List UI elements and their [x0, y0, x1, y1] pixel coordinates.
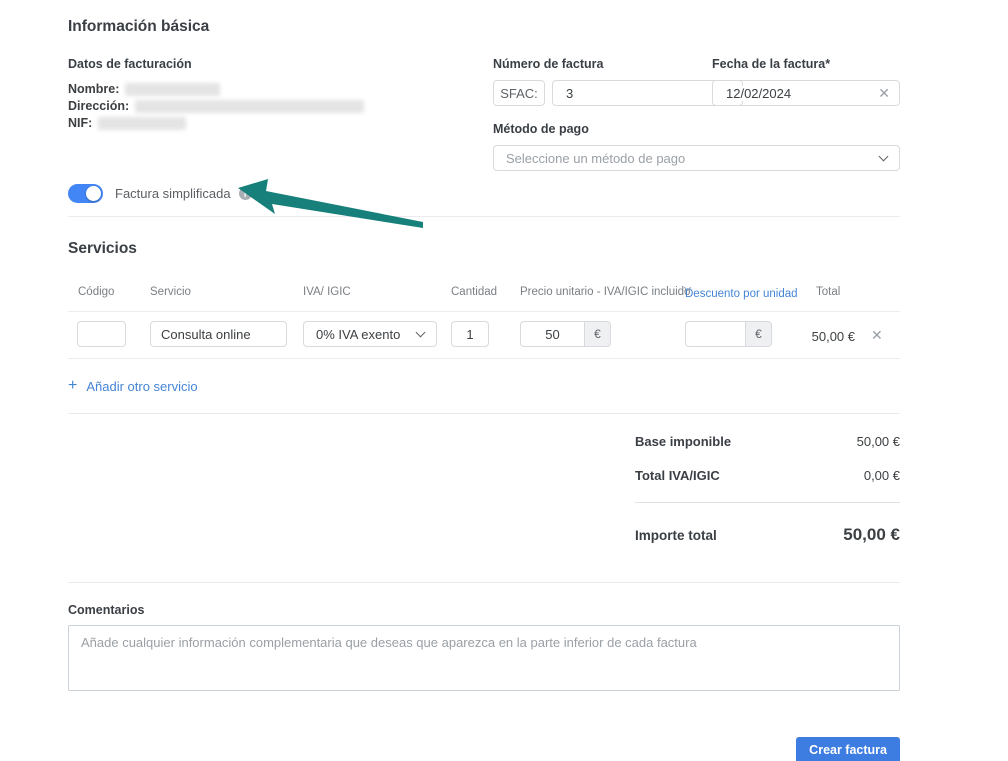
- divider: [68, 582, 900, 583]
- chevron-down-icon: [416, 327, 426, 337]
- divider: [68, 413, 900, 414]
- address-label: Dirección:: [68, 98, 129, 115]
- invoice-meta-block: Número de factura Fecha de la factura* ✕: [493, 57, 900, 171]
- col-header-codigo: Código: [78, 286, 114, 298]
- descuento-input-group: €: [685, 321, 772, 347]
- service-row: 0% IVA exento € € 50,00 € ✕: [68, 312, 900, 359]
- page-title: Información básica: [68, 18, 900, 36]
- totals-block: Base imponible 50,00 € Total IVA/IGIC 0,…: [635, 434, 900, 545]
- base-imponible-label: Base imponible: [635, 434, 731, 449]
- redacted-address-value: [135, 100, 364, 113]
- simplified-invoice-label: Factura simplificada: [115, 186, 231, 201]
- invoice-prefix-input[interactable]: [493, 80, 545, 106]
- services-section-title: Servicios: [68, 240, 900, 258]
- billing-nif-line: NIF:: [68, 115, 493, 132]
- clear-date-icon[interactable]: ✕: [878, 86, 890, 100]
- name-label: Nombre:: [68, 81, 119, 98]
- simplified-invoice-toggle[interactable]: [68, 184, 103, 203]
- invoice-date-field[interactable]: ✕: [712, 80, 900, 106]
- create-invoice-button[interactable]: Crear factura: [796, 737, 900, 761]
- top-section: Datos de facturación Nombre: Dirección: …: [68, 57, 900, 171]
- importe-total-row: Importe total 50,00 €: [635, 525, 900, 545]
- importe-total-value: 50,00 €: [843, 525, 900, 545]
- billing-name-line: Nombre:: [68, 81, 493, 98]
- precio-input[interactable]: [520, 321, 584, 347]
- base-imponible-value: 50,00 €: [857, 434, 900, 449]
- base-imponible-row: Base imponible 50,00 €: [635, 434, 900, 449]
- invoice-date-label: Fecha de la factura*: [712, 57, 900, 71]
- payment-method-label: Método de pago: [493, 122, 900, 136]
- invoice-date-input[interactable]: [726, 86, 878, 101]
- comments-label: Comentarios: [68, 603, 900, 617]
- billing-address-line: Dirección:: [68, 98, 493, 115]
- row-total-value: 50,00 €: [768, 329, 855, 344]
- add-service-label: Añadir otro servicio: [86, 379, 197, 394]
- iva-selected-value: 0% IVA exento: [316, 327, 417, 342]
- services-table-header: Código Servicio IVA/ IGIC Cantidad Preci…: [68, 284, 900, 312]
- total-iva-label: Total IVA/IGIC: [635, 468, 720, 483]
- billing-info-block: Datos de facturación Nombre: Dirección: …: [68, 57, 493, 171]
- total-iva-row: Total IVA/IGIC 0,00 €: [635, 468, 900, 483]
- redacted-name-value: [125, 83, 220, 96]
- col-header-cantidad: Cantidad: [451, 286, 497, 298]
- euro-suffix: €: [584, 321, 611, 347]
- cantidad-input[interactable]: [451, 321, 489, 347]
- add-service-link[interactable]: + Añadir otro servicio: [68, 378, 198, 394]
- total-iva-value: 0,00 €: [864, 468, 900, 483]
- remove-row-icon[interactable]: ✕: [871, 328, 883, 342]
- col-header-total: Total: [816, 286, 840, 298]
- nif-label: NIF:: [68, 115, 92, 132]
- payment-method-select[interactable]: Seleccione un método de pago: [493, 145, 900, 171]
- payment-method-placeholder: Seleccione un método de pago: [506, 151, 880, 166]
- descuento-input[interactable]: [685, 321, 745, 347]
- iva-select[interactable]: 0% IVA exento: [303, 321, 437, 347]
- info-icon[interactable]: i: [239, 187, 252, 200]
- importe-total-label: Importe total: [635, 528, 717, 543]
- divider: [635, 502, 900, 503]
- servicio-input[interactable]: [150, 321, 287, 347]
- toggle-knob: [86, 186, 101, 201]
- chevron-down-icon: [879, 151, 889, 161]
- divider: [68, 216, 900, 217]
- precio-input-group: €: [520, 321, 611, 347]
- redacted-nif-value: [98, 117, 186, 130]
- plus-icon: +: [68, 378, 77, 394]
- col-header-servicio: Servicio: [150, 286, 191, 298]
- invoice-number-label: Número de factura: [493, 57, 692, 71]
- billing-section-title: Datos de facturación: [68, 57, 493, 71]
- simplified-invoice-row: Factura simplificada i: [68, 184, 900, 203]
- invoice-form-page: Información básica Datos de facturación …: [0, 0, 1008, 761]
- col-header-iva: IVA/ IGIC: [303, 286, 351, 298]
- comments-textarea[interactable]: [68, 625, 900, 691]
- col-header-precio: Precio unitario - IVA/IGIC incluido: [520, 286, 690, 298]
- codigo-input[interactable]: [77, 321, 126, 347]
